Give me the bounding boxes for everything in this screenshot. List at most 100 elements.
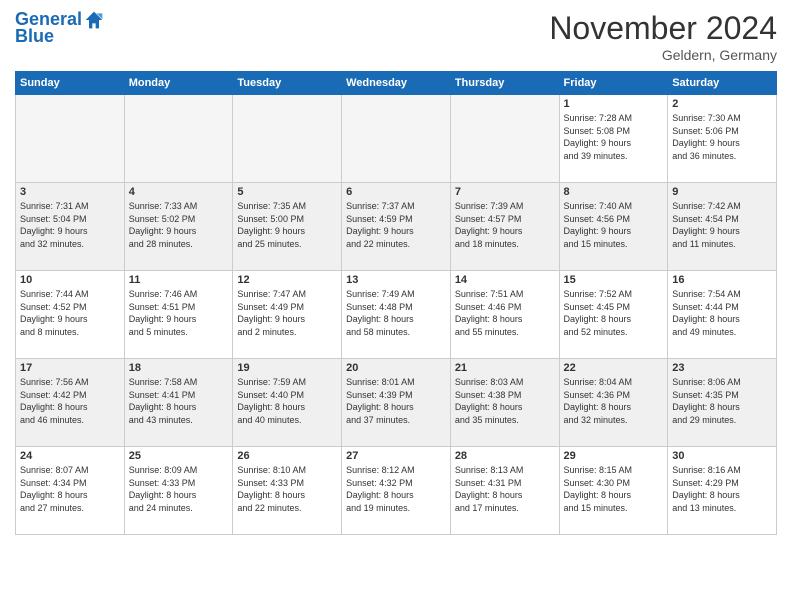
day-number: 13 [346, 274, 446, 286]
day-info: Sunrise: 8:13 AM Sunset: 4:31 PM Dayligh… [455, 464, 555, 514]
day-number: 18 [129, 362, 229, 374]
day-info: Sunrise: 7:39 AM Sunset: 4:57 PM Dayligh… [455, 200, 555, 250]
calendar-cell: 15Sunrise: 7:52 AM Sunset: 4:45 PM Dayli… [559, 271, 668, 359]
day-info: Sunrise: 7:28 AM Sunset: 5:08 PM Dayligh… [564, 112, 664, 162]
calendar-cell: 2 Sunrise: 7:30 AM Sunset: 5:06 PM Daylig… [668, 95, 777, 183]
day-info: Sunrise: 7:44 AM Sunset: 4:52 PM Dayligh… [20, 288, 120, 338]
day-info: Sunrise: 7:31 AM Sunset: 5:04 PM Dayligh… [20, 200, 120, 250]
calendar-cell: 23 Sunrise: 8:06 AM Sunset: 4:35 PM Dayli… [668, 359, 777, 447]
calendar-cell: 26 Sunrise: 8:10 AM Sunset: 4:33 PM Dayli… [233, 447, 342, 535]
logo-icon [84, 10, 104, 30]
day-info: Sunrise: 7:54 AM Sunset: 4:44 PM Dayligh… [672, 288, 772, 338]
day-number: 19 [237, 362, 337, 374]
day-number: 25 [129, 450, 229, 462]
day-number: 2 [672, 98, 772, 110]
title-block: November 2024 Geldern, Germany [549, 10, 777, 63]
calendar-cell [342, 95, 451, 183]
day-info: Sunrise: 7:40 AM Sunset: 4:56 PM Dayligh… [564, 200, 664, 250]
calendar-week-0: 1Sunrise: 7:28 AM Sunset: 5:08 PM Daylig… [16, 95, 777, 183]
day-number: 20 [346, 362, 446, 374]
calendar-cell: 24 Sunrise: 8:07 AM Sunset: 4:34 PM Dayli… [16, 447, 125, 535]
day-info: Sunrise: 8:06 AM Sunset: 4:35 PM Dayligh… [672, 376, 772, 426]
calendar-cell: 3 Sunrise: 7:31 AM Sunset: 5:04 PM Daylig… [16, 183, 125, 271]
calendar-cell: 18 Sunrise: 7:58 AM Sunset: 4:41 PM Dayli… [124, 359, 233, 447]
day-info: Sunrise: 8:12 AM Sunset: 4:32 PM Dayligh… [346, 464, 446, 514]
day-info: Sunrise: 7:46 AM Sunset: 4:51 PM Dayligh… [129, 288, 229, 338]
location: Geldern, Germany [549, 47, 777, 63]
calendar-cell [124, 95, 233, 183]
calendar-cell: 10 Sunrise: 7:44 AM Sunset: 4:52 PM Dayli… [16, 271, 125, 359]
page: General Blue November 2024 Geldern, Germ… [0, 0, 792, 612]
calendar-cell: 20 Sunrise: 8:01 AM Sunset: 4:39 PM Dayli… [342, 359, 451, 447]
day-info: Sunrise: 7:51 AM Sunset: 4:46 PM Dayligh… [455, 288, 555, 338]
calendar-cell: 13 Sunrise: 7:49 AM Sunset: 4:48 PM Dayli… [342, 271, 451, 359]
day-info: Sunrise: 8:16 AM Sunset: 4:29 PM Dayligh… [672, 464, 772, 514]
day-number: 28 [455, 450, 555, 462]
day-number: 14 [455, 274, 555, 286]
day-info: Sunrise: 8:03 AM Sunset: 4:38 PM Dayligh… [455, 376, 555, 426]
day-number: 4 [129, 186, 229, 198]
day-info: Sunrise: 7:42 AM Sunset: 4:54 PM Dayligh… [672, 200, 772, 250]
day-number: 29 [564, 450, 664, 462]
calendar-cell: 30 Sunrise: 8:16 AM Sunset: 4:29 PM Dayli… [668, 447, 777, 535]
day-number: 3 [20, 186, 120, 198]
day-number: 27 [346, 450, 446, 462]
calendar-cell: 5 Sunrise: 7:35 AM Sunset: 5:00 PM Daylig… [233, 183, 342, 271]
logo: General Blue [15, 10, 104, 47]
day-number: 6 [346, 186, 446, 198]
calendar-cell [450, 95, 559, 183]
calendar-cell: 6 Sunrise: 7:37 AM Sunset: 4:59 PM Daylig… [342, 183, 451, 271]
day-info: Sunrise: 8:07 AM Sunset: 4:34 PM Dayligh… [20, 464, 120, 514]
day-info: Sunrise: 7:35 AM Sunset: 5:00 PM Dayligh… [237, 200, 337, 250]
day-number: 30 [672, 450, 772, 462]
calendar-cell: 7 Sunrise: 7:39 AM Sunset: 4:57 PM Daylig… [450, 183, 559, 271]
day-info: Sunrise: 8:10 AM Sunset: 4:33 PM Dayligh… [237, 464, 337, 514]
calendar-cell: 19 Sunrise: 7:59 AM Sunset: 4:40 PM Dayli… [233, 359, 342, 447]
calendar-cell: 4 Sunrise: 7:33 AM Sunset: 5:02 PM Daylig… [124, 183, 233, 271]
col-thursday: Thursday [450, 72, 559, 95]
calendar-cell: 14 Sunrise: 7:51 AM Sunset: 4:46 PM Dayli… [450, 271, 559, 359]
day-number: 22 [564, 362, 664, 374]
day-number: 26 [237, 450, 337, 462]
calendar-cell: 21 Sunrise: 8:03 AM Sunset: 4:38 PM Dayli… [450, 359, 559, 447]
day-number: 16 [672, 274, 772, 286]
day-info: Sunrise: 8:01 AM Sunset: 4:39 PM Dayligh… [346, 376, 446, 426]
calendar-week-1: 3 Sunrise: 7:31 AM Sunset: 5:04 PM Daylig… [16, 183, 777, 271]
day-number: 24 [20, 450, 120, 462]
day-info: Sunrise: 8:09 AM Sunset: 4:33 PM Dayligh… [129, 464, 229, 514]
day-number: 17 [20, 362, 120, 374]
day-number: 9 [672, 186, 772, 198]
calendar-cell: 11Sunrise: 7:46 AM Sunset: 4:51 PM Dayli… [124, 271, 233, 359]
header: General Blue November 2024 Geldern, Germ… [15, 10, 777, 63]
calendar-cell: 17Sunrise: 7:56 AM Sunset: 4:42 PM Dayli… [16, 359, 125, 447]
header-row: Sunday Monday Tuesday Wednesday Thursday… [16, 72, 777, 95]
col-friday: Friday [559, 72, 668, 95]
day-info: Sunrise: 7:30 AM Sunset: 5:06 PM Dayligh… [672, 112, 772, 162]
day-info: Sunrise: 7:49 AM Sunset: 4:48 PM Dayligh… [346, 288, 446, 338]
calendar-cell: 25 Sunrise: 8:09 AM Sunset: 4:33 PM Dayli… [124, 447, 233, 535]
day-number: 10 [20, 274, 120, 286]
col-tuesday: Tuesday [233, 72, 342, 95]
calendar-table: Sunday Monday Tuesday Wednesday Thursday… [15, 71, 777, 535]
calendar-week-4: 24 Sunrise: 8:07 AM Sunset: 4:34 PM Dayli… [16, 447, 777, 535]
calendar-cell: 29Sunrise: 8:15 AM Sunset: 4:30 PM Dayli… [559, 447, 668, 535]
day-info: Sunrise: 7:37 AM Sunset: 4:59 PM Dayligh… [346, 200, 446, 250]
day-number: 21 [455, 362, 555, 374]
day-info: Sunrise: 7:33 AM Sunset: 5:02 PM Dayligh… [129, 200, 229, 250]
day-info: Sunrise: 7:47 AM Sunset: 4:49 PM Dayligh… [237, 288, 337, 338]
calendar-cell: 1Sunrise: 7:28 AM Sunset: 5:08 PM Daylig… [559, 95, 668, 183]
calendar-cell [233, 95, 342, 183]
calendar-cell: 27 Sunrise: 8:12 AM Sunset: 4:32 PM Dayli… [342, 447, 451, 535]
calendar-week-3: 17Sunrise: 7:56 AM Sunset: 4:42 PM Dayli… [16, 359, 777, 447]
day-number: 5 [237, 186, 337, 198]
calendar-cell: 9 Sunrise: 7:42 AM Sunset: 4:54 PM Daylig… [668, 183, 777, 271]
day-number: 8 [564, 186, 664, 198]
day-number: 23 [672, 362, 772, 374]
calendar-cell: 16 Sunrise: 7:54 AM Sunset: 4:44 PM Dayli… [668, 271, 777, 359]
month-title: November 2024 [549, 10, 777, 47]
calendar-cell: 8 Sunrise: 7:40 AM Sunset: 4:56 PM Daylig… [559, 183, 668, 271]
day-info: Sunrise: 7:59 AM Sunset: 4:40 PM Dayligh… [237, 376, 337, 426]
day-number: 15 [564, 274, 664, 286]
day-number: 7 [455, 186, 555, 198]
day-info: Sunrise: 7:58 AM Sunset: 4:41 PM Dayligh… [129, 376, 229, 426]
